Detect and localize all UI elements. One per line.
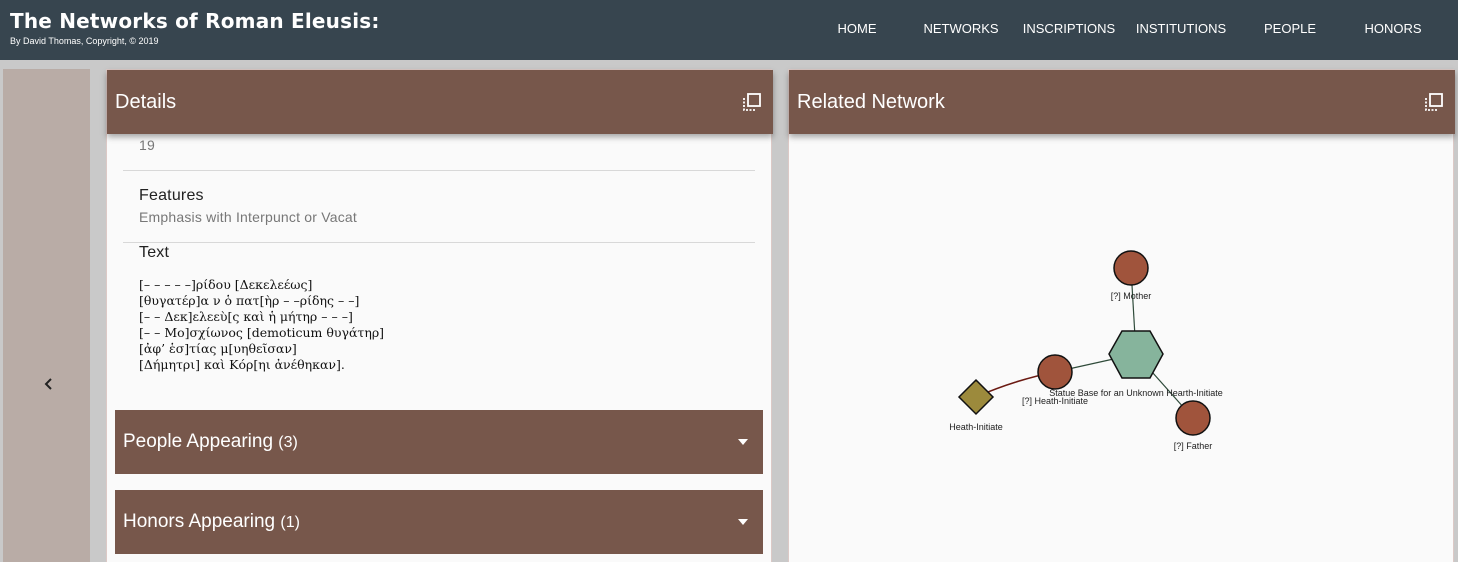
- inscription-line: [– – Δεκ]ελεεὺ[ς καὶ ἡ μήτηρ – – –]: [139, 309, 353, 324]
- divider: [123, 242, 755, 243]
- person-node[interactable]: [1037, 354, 1073, 390]
- honors-count: (1): [280, 514, 300, 531]
- inscription-line: [ἀφ’ ἑσ]τίας μ[υηθεῖσαν]: [139, 341, 297, 356]
- network-title: Related Network: [797, 91, 945, 113]
- inscription-text: [– – – – –]ρίδου [Δεκελεέως] [θυγατέρ]α ν…: [139, 277, 384, 373]
- nav-institutions[interactable]: INSTITUTIONS: [1136, 21, 1226, 37]
- caret-down-icon: [738, 439, 748, 445]
- person-node[interactable]: [1175, 400, 1211, 436]
- text-label: Text: [139, 244, 170, 261]
- network-graph[interactable]: [?] Mother Statue Base for an Unknown He…: [789, 133, 1453, 561]
- top-navbar: The Networks of Roman Eleusis: By David …: [0, 0, 1458, 60]
- honor-node[interactable]: [957, 378, 995, 416]
- expand-icon[interactable]: [742, 92, 762, 112]
- node-label: [?] Mother: [1111, 291, 1152, 301]
- honors-appearing-label: Honors Appearing (1): [123, 511, 300, 533]
- inscription-line: [– – Μο]σχίωνος [demoticum θυγάτηρ]: [139, 325, 385, 340]
- people-appearing-accordion[interactable]: People Appearing (3): [115, 410, 763, 474]
- site-title[interactable]: The Networks of Roman Eleusis:: [10, 9, 380, 33]
- node-label: Heath-Initiate: [949, 422, 1003, 432]
- network-header: Related Network: [789, 70, 1455, 134]
- nav-people[interactable]: PEOPLE: [1264, 21, 1316, 37]
- chevron-left-icon[interactable]: [41, 374, 57, 394]
- nav-networks[interactable]: NETWORKS: [923, 21, 998, 37]
- details-partial-value: 19: [139, 137, 155, 153]
- details-title: Details: [115, 91, 177, 113]
- nav-home[interactable]: HOME: [838, 21, 877, 37]
- inscription-line: [θυγατέρ]α ν ὁ πατ[ὴρ – –ρίδης – –]: [139, 293, 360, 308]
- inscription-node[interactable]: [1108, 330, 1164, 379]
- features-value: Emphasis with Interpunct or Vacat: [139, 209, 357, 225]
- divider: [123, 170, 755, 171]
- features-label: Features: [139, 187, 204, 204]
- inscription-line: [Δήμητρι] καὶ Κόρ[ηι ἀνέθηκαν].: [139, 357, 345, 372]
- person-node[interactable]: [1113, 250, 1149, 286]
- expand-icon[interactable]: [1424, 92, 1444, 112]
- node-label: [?] Father: [1174, 441, 1213, 451]
- people-count: (3): [278, 434, 298, 451]
- caret-down-icon: [738, 519, 748, 525]
- site-copyright: By David Thomas, Copyright, © 2019: [10, 36, 159, 46]
- collapse-sidebar-rail[interactable]: [3, 69, 90, 562]
- people-appearing-label: People Appearing (3): [123, 431, 298, 453]
- accordion-title: People Appearing: [123, 431, 274, 452]
- node-label: [?] Heath-Initiate: [1022, 396, 1088, 406]
- nav-inscriptions[interactable]: INSCRIPTIONS: [1023, 21, 1115, 37]
- accordion-title: Honors Appearing: [123, 511, 276, 532]
- details-header: Details: [107, 70, 773, 134]
- inscription-line: [– – – – –]ρίδου [Δεκελεέως]: [139, 277, 313, 292]
- honors-appearing-accordion[interactable]: Honors Appearing (1): [115, 490, 763, 554]
- nav-honors[interactable]: HONORS: [1364, 21, 1421, 37]
